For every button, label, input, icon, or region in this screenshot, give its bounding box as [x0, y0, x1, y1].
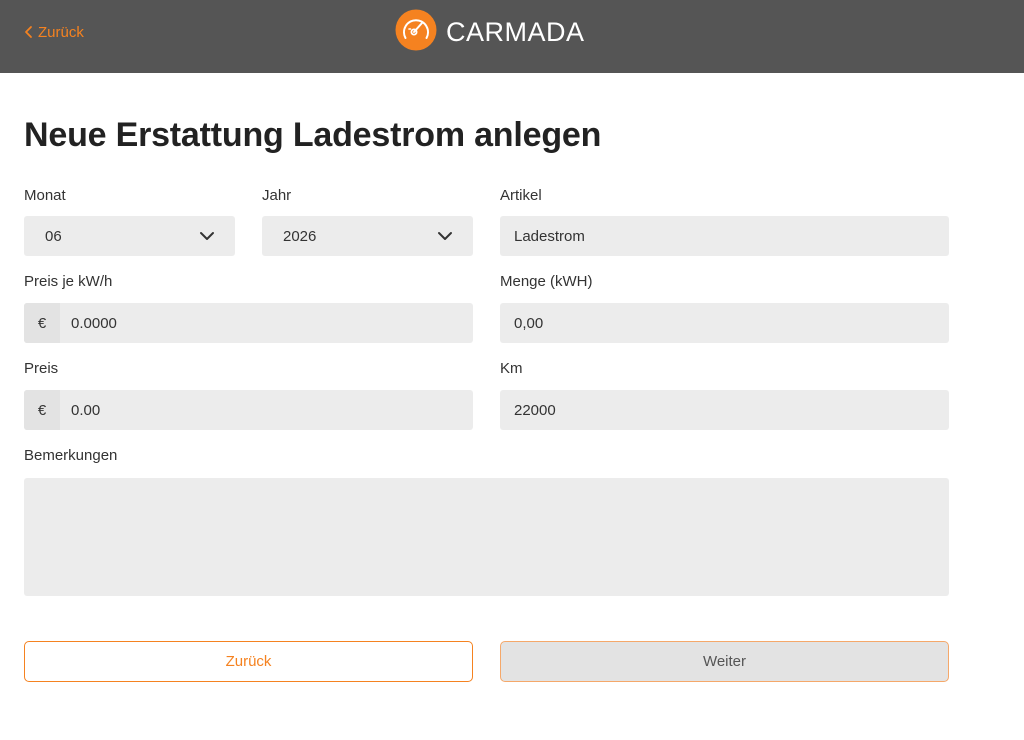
artikel-input[interactable]: Ladestrom — [500, 216, 949, 256]
preis-kwh-label: Preis je kW/h — [24, 273, 113, 290]
bemerkungen-label: Bemerkungen — [24, 447, 118, 464]
jahr-value: 2026 — [283, 227, 317, 245]
bemerkungen-textarea[interactable] — [24, 478, 949, 596]
back-button[interactable]: Zurück — [24, 641, 473, 682]
monat-value: 06 — [45, 227, 62, 245]
menge-label: Menge (kWH) — [500, 273, 593, 290]
km-label: Km — [500, 360, 523, 377]
chevron-left-icon — [24, 22, 38, 42]
menge-value: 0,00 — [514, 314, 544, 332]
page-title: Neue Erstattung Ladestrom anlegen — [24, 116, 602, 154]
preis-kwh-value: 0.0000 — [71, 314, 117, 332]
menge-input[interactable]: 0,00 — [500, 303, 949, 343]
artikel-label: Artikel — [500, 187, 542, 204]
artikel-value: Ladestrom — [514, 227, 585, 245]
km-input[interactable]: 22000 — [500, 390, 949, 430]
brand-logo: CARMADA — [395, 9, 585, 56]
preis-label: Preis — [24, 360, 59, 377]
speedometer-icon — [395, 9, 437, 56]
monat-label: Monat — [24, 187, 66, 204]
monat-select[interactable]: 06 — [24, 216, 235, 256]
next-button[interactable]: Weiter — [500, 641, 949, 682]
preis-input[interactable]: € 0.00 — [24, 390, 473, 430]
jahr-label: Jahr — [262, 187, 292, 204]
preis-kwh-input[interactable]: € 0.0000 — [24, 303, 473, 343]
brand-name: CARMADA — [446, 16, 585, 47]
chevron-down-icon — [199, 230, 217, 242]
header-back-link[interactable]: Zurück — [24, 22, 84, 42]
chevron-down-icon — [437, 230, 455, 242]
preis-value: 0.00 — [71, 401, 101, 419]
euro-prefix: € — [24, 303, 60, 343]
app-header: Zurück CARMADA — [0, 0, 1024, 73]
jahr-select[interactable]: 2026 — [262, 216, 473, 256]
km-value: 22000 — [514, 401, 556, 419]
header-back-label: Zurück — [38, 23, 84, 41]
euro-prefix: € — [24, 390, 60, 430]
